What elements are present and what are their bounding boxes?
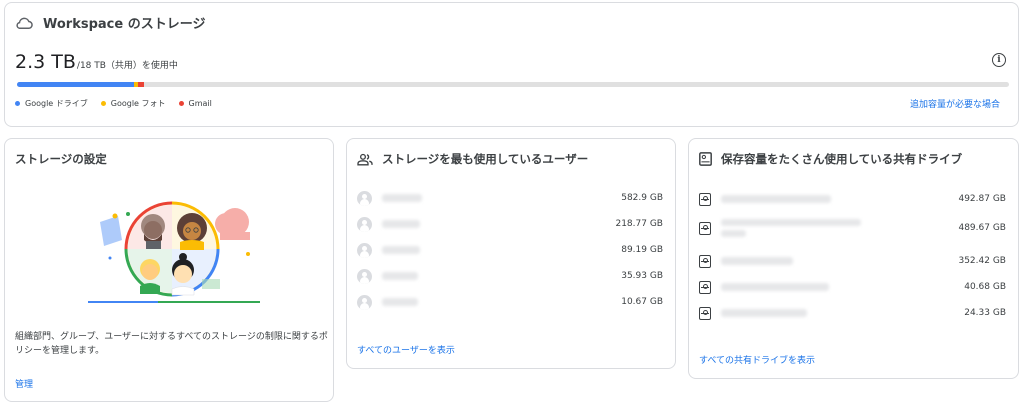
drive-usage-value: 489.67 GB	[958, 223, 1006, 233]
drive-usage-value: 352.42 GB	[958, 256, 1006, 266]
drives-card-title: 保存容量をたくさん使用している共有ドライブ	[721, 152, 963, 166]
shared-drive-icon	[699, 280, 711, 294]
redacted-user-name	[382, 272, 418, 280]
redacted-drive-name	[721, 257, 793, 265]
redacted-user-name	[382, 298, 418, 306]
avatar-icon	[357, 242, 372, 258]
usage-bar-segment-0	[17, 82, 135, 87]
settings-title: ストレージの設定	[15, 152, 107, 166]
drive-usage-value: 492.87 GB	[958, 194, 1006, 204]
info-icon[interactable]: i	[992, 53, 1006, 67]
cloud-icon	[16, 17, 33, 29]
need-more-storage-link[interactable]: 追加容量が必要な場合	[910, 97, 1000, 110]
redacted-drive-name	[721, 195, 831, 203]
storage-usage-bar	[17, 82, 1009, 87]
shared-drive-icon	[699, 152, 712, 166]
user-usage-value: 89.19 GB	[621, 245, 663, 255]
storage-header: Workspace のストレージ	[15, 13, 205, 32]
storage-summary-card: Workspace のストレージ 2.3 TB /18 TB（共用）を使用中 i…	[4, 2, 1019, 127]
user-row[interactable]: 89.19 GB	[357, 241, 663, 259]
redacted-drive-name	[721, 219, 861, 237]
drive-row[interactable]: 489.67 GB	[699, 214, 1006, 242]
view-all-shared-drives-link[interactable]: すべての共有ドライブを表示	[699, 353, 815, 366]
drive-usage-value: 24.33 GB	[964, 308, 1006, 318]
top-users-card: ストレージを最も使用しているユーザー 582.9 GB 218.77 GB 89…	[346, 138, 676, 369]
redacted-user-name	[382, 194, 422, 202]
legend-label-gmail: Gmail	[188, 99, 212, 108]
avatar-icon	[357, 268, 372, 284]
usage-bar-segment-2	[138, 82, 144, 87]
legend-item-drive: Google ドライブ	[15, 98, 88, 109]
drive-row[interactable]: 24.33 GB	[699, 304, 1006, 322]
legend-item-gmail: Gmail	[178, 98, 212, 109]
legend-label-photos: Google フォト	[110, 99, 166, 108]
user-usage-value: 35.93 GB	[621, 271, 663, 281]
users-card-header: ストレージを最も使用しているユーザー	[357, 151, 588, 167]
storage-settings-card: ストレージの設定 組織部門、グループ、ユーザーに対するすべてのストレージの制限に…	[4, 138, 334, 402]
user-row[interactable]: 10.67 GB	[357, 293, 663, 311]
user-row[interactable]: 35.93 GB	[357, 267, 663, 285]
users-card-title: ストレージを最も使用しているユーザー	[382, 152, 589, 166]
shared-drive-icon	[699, 254, 711, 268]
legend-item-photos: Google フォト	[100, 98, 166, 109]
top-shared-drives-card: 保存容量をたくさん使用している共有ドライブ 492.87 GB 489.67 G…	[688, 138, 1019, 379]
avatar-icon	[357, 216, 372, 232]
group-icon	[357, 153, 373, 165]
user-usage-value: 218.77 GB	[615, 219, 663, 229]
avatar-icon	[357, 190, 372, 206]
storage-used-value: 2.3 TB	[15, 51, 76, 73]
drives-card-header: 保存容量をたくさん使用している共有ドライブ	[699, 151, 962, 167]
storage-usage: 2.3 TB /18 TB（共用）を使用中	[15, 51, 178, 73]
legend-dot-gmail	[178, 101, 184, 106]
legend-dot-photos	[100, 101, 106, 106]
manage-link[interactable]: 管理	[15, 377, 33, 390]
redacted-drive-name	[721, 283, 829, 291]
avatar-icon	[357, 294, 372, 310]
storage-total-text: /18 TB（共用）を使用中	[76, 61, 178, 71]
shared-drive-icon	[699, 221, 711, 235]
redacted-user-name	[382, 220, 420, 228]
shared-drive-icon	[699, 192, 711, 206]
user-row[interactable]: 218.77 GB	[357, 215, 663, 233]
shared-drive-icon	[699, 306, 711, 320]
user-row[interactable]: 582.9 GB	[357, 189, 663, 207]
legend-dot-drive	[15, 101, 20, 106]
redacted-user-name	[382, 246, 420, 254]
drive-row[interactable]: 40.68 GB	[699, 278, 1006, 296]
settings-description: 組織部門、グループ、ユーザーに対するすべてのストレージの制限に関するポリシーを管…	[15, 332, 328, 356]
drive-row[interactable]: 492.87 GB	[699, 190, 1006, 208]
drive-row[interactable]: 352.42 GB	[699, 252, 1006, 270]
redacted-drive-name	[721, 309, 807, 317]
user-usage-value: 582.9 GB	[621, 193, 663, 203]
legend-label-drive: Google ドライブ	[25, 99, 88, 108]
storage-title: Workspace のストレージ	[43, 17, 206, 32]
people-illustration	[88, 201, 260, 303]
view-all-users-link[interactable]: すべてのユーザーを表示	[357, 343, 455, 356]
user-usage-value: 10.67 GB	[621, 297, 663, 307]
storage-legend: Google ドライブ Google フォト Gmail	[15, 98, 212, 109]
drive-usage-value: 40.68 GB	[964, 282, 1006, 292]
